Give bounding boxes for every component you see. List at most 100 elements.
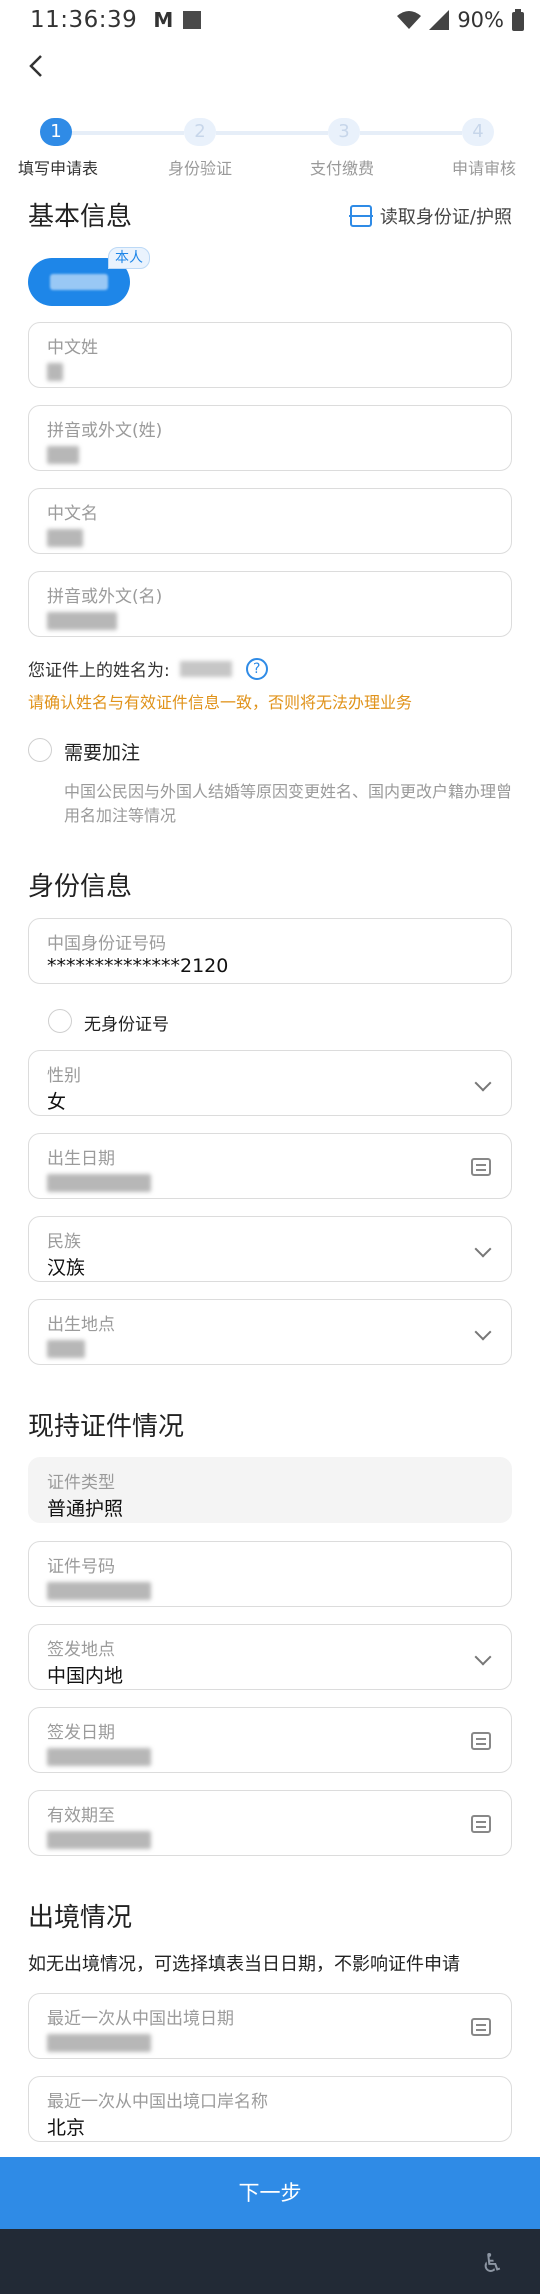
- step-4-dot: 4: [462, 118, 494, 146]
- chinese-given-name-field[interactable]: 中文名: [28, 488, 512, 554]
- cert-type-field: 证件类型 普通护照: [28, 1457, 512, 1523]
- name-on-card-row: 您证件上的姓名为: ?: [28, 656, 268, 681]
- field-value-blurred: [47, 612, 117, 630]
- no-id-label: 无身份证号: [84, 1015, 169, 1035]
- gender-select[interactable]: 性别 女: [28, 1050, 512, 1116]
- field-value-blurred: [47, 363, 63, 381]
- field-label: 证件号码: [47, 1557, 115, 1577]
- step-1-label: 填写申请表: [18, 159, 99, 178]
- system-nav-bar: ♿: [0, 2229, 540, 2294]
- issue-place-value: 中国内地: [47, 1665, 124, 1687]
- next-step-button[interactable]: 下一步: [0, 2157, 540, 2229]
- field-label: 拼音或外文(姓): [47, 421, 163, 441]
- field-label: 签发地点: [47, 1640, 115, 1660]
- applicant-name-blurred: [50, 274, 108, 290]
- last-exit-port-field[interactable]: 最近一次从中国出境口岸名称 北京: [28, 2076, 512, 2142]
- last-exit-date-field[interactable]: 最近一次从中国出境日期: [28, 1993, 512, 2059]
- birthplace-select[interactable]: 出生地点: [28, 1299, 512, 1365]
- step-2-dot: 2: [184, 118, 216, 146]
- field-label: 有效期至: [47, 1806, 115, 1826]
- field-value-blurred: [47, 1340, 85, 1358]
- progress-stepper: 1 2 3 4 填写申请表 身份验证 支付缴费 申请审核: [0, 118, 540, 178]
- field-label: 最近一次从中国出境口岸名称: [47, 2092, 268, 2112]
- field-value-blurred: [47, 1174, 151, 1192]
- identity-info-title: 身份信息: [28, 872, 133, 902]
- wifi-icon: [397, 11, 422, 29]
- field-label: 中文名: [47, 504, 98, 524]
- issue-date-field[interactable]: 签发日期: [28, 1707, 512, 1773]
- field-value-blurred: [47, 529, 83, 547]
- field-value-blurred: [47, 1582, 151, 1600]
- basic-info-title: 基本信息: [28, 202, 133, 232]
- field-label: 签发日期: [47, 1723, 115, 1743]
- battery-icon: [512, 9, 524, 31]
- status-time: 11:36:39: [30, 7, 138, 33]
- exit-info-title: 出境情况: [28, 1903, 133, 1933]
- birth-date-field[interactable]: 出生日期: [28, 1133, 512, 1199]
- need-add-note: 中国公民因与外国人结婚等原因变更姓名、国内更改户籍办理曾用名加注等情况: [64, 782, 513, 825]
- field-value-blurred: [47, 2034, 151, 2052]
- id-number-value: **************2120: [47, 955, 229, 977]
- passport-application-form: 11:36:39 M 90% 1 2 3 4 填写申请表 身份验证 支付缴费 申…: [0, 0, 540, 2294]
- notification-icon: [183, 11, 202, 29]
- read-id-button[interactable]: 读取身份证/护照: [348, 203, 512, 229]
- accessibility-icon[interactable]: ♿: [481, 2249, 504, 2279]
- carrier-icon: M: [153, 8, 174, 32]
- field-label: 民族: [47, 1232, 81, 1252]
- status-right: 90%: [397, 8, 524, 32]
- field-label: 出生日期: [47, 1149, 115, 1169]
- need-add-radio[interactable]: [28, 738, 52, 762]
- calendar-icon: [471, 1815, 491, 1833]
- field-label: 证件类型: [47, 1473, 115, 1493]
- name-warning: 请确认姓名与有效证件信息一致，否则将无法办理业务: [28, 693, 413, 712]
- help-icon[interactable]: ?: [245, 657, 268, 680]
- field-label: 中国身份证号码: [47, 934, 166, 954]
- last-exit-port-value: 北京: [47, 2117, 86, 2139]
- cert-type-value: 普通护照: [47, 1498, 124, 1520]
- chinese-surname-field[interactable]: 中文姓: [28, 322, 512, 388]
- step-4-label: 申请审核: [452, 159, 517, 178]
- cert-number-field[interactable]: 证件号码: [28, 1541, 512, 1607]
- step-3-dot: 3: [328, 118, 360, 146]
- field-label: 出生地点: [47, 1315, 115, 1335]
- calendar-icon: [471, 1158, 491, 1176]
- step-connector: [360, 131, 462, 135]
- chevron-down-icon: [474, 1648, 492, 1666]
- ethnicity-select[interactable]: 民族 汉族: [28, 1216, 512, 1282]
- no-id-radio[interactable]: [48, 1009, 72, 1033]
- gender-value: 女: [47, 1091, 67, 1113]
- step-connector: [216, 131, 328, 135]
- chevron-down-icon: [474, 1240, 492, 1258]
- field-label: 最近一次从中国出境日期: [47, 2009, 234, 2029]
- name-on-card-label: 您证件上的姓名为:: [28, 661, 170, 681]
- step-connector: [72, 131, 184, 135]
- issue-place-select[interactable]: 签发地点 中国内地: [28, 1624, 512, 1690]
- field-label: 中文姓: [47, 338, 98, 358]
- chevron-down-icon: [474, 1323, 492, 1341]
- need-add-label: 需要加注: [64, 742, 141, 764]
- status-bar: 11:36:39 M 90%: [0, 0, 540, 40]
- step-3-label: 支付缴费: [310, 159, 375, 178]
- pinyin-given-name-field[interactable]: 拼音或外文(名): [28, 571, 512, 637]
- field-value-blurred: [47, 1831, 151, 1849]
- chevron-down-icon: [474, 1074, 492, 1092]
- valid-until-field[interactable]: 有效期至: [28, 1790, 512, 1856]
- exit-hint: 如无出境情况，可选择填表当日日期，不影响证件申请: [28, 1954, 460, 1975]
- back-arrow-icon[interactable]: [26, 52, 50, 80]
- self-tag: 本人: [108, 247, 150, 269]
- scan-icon: [348, 205, 373, 227]
- pinyin-surname-field[interactable]: 拼音或外文(姓): [28, 405, 512, 471]
- read-id-label: 读取身份证/护照: [379, 207, 512, 228]
- name-on-card-blurred: [179, 660, 232, 677]
- field-value-blurred: [47, 446, 79, 464]
- ethnicity-value: 汉族: [47, 1257, 86, 1279]
- calendar-icon: [471, 2018, 491, 2036]
- calendar-icon: [471, 1732, 491, 1750]
- step-2-label: 身份验证: [168, 159, 233, 178]
- field-label: 性别: [47, 1066, 81, 1086]
- signal-icon: [429, 10, 450, 30]
- id-number-field[interactable]: 中国身份证号码 **************2120: [28, 918, 512, 984]
- current-cert-title: 现持证件情况: [28, 1412, 185, 1442]
- field-label: 拼音或外文(名): [47, 587, 163, 607]
- field-value-blurred: [47, 1748, 151, 1766]
